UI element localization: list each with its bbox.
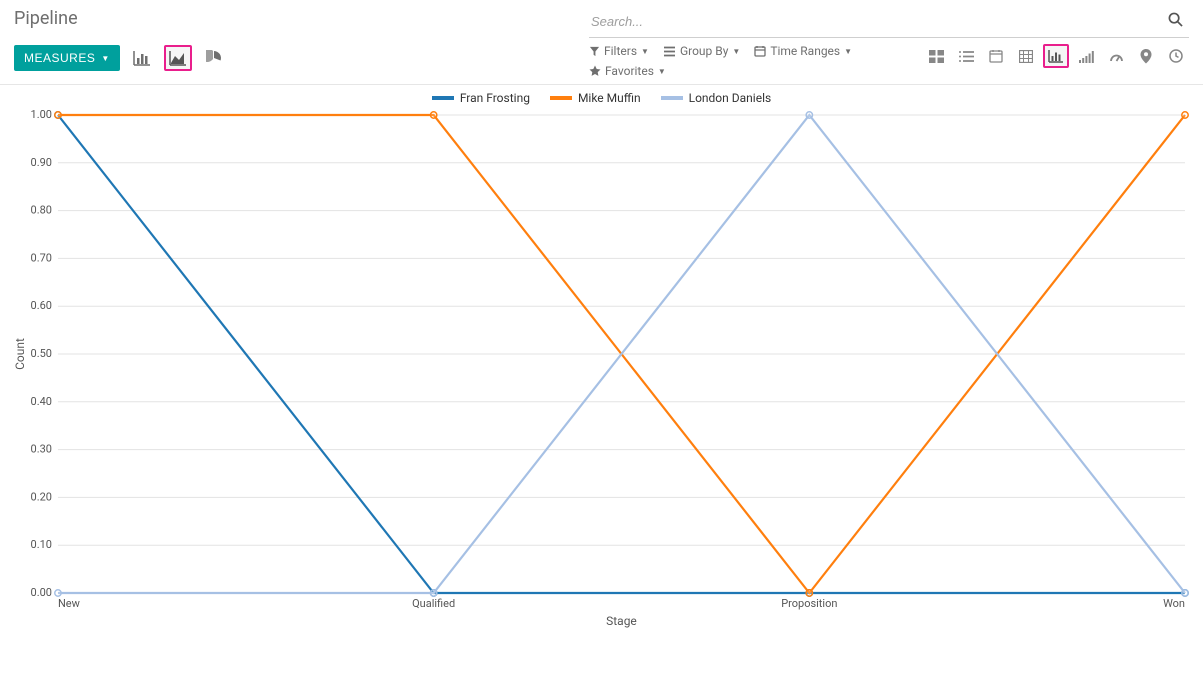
svg-text:0.40: 0.40: [31, 395, 52, 408]
kanban-icon: [929, 50, 944, 63]
favorites-label: Favorites: [605, 64, 654, 78]
svg-text:0.70: 0.70: [31, 251, 52, 264]
svg-text:0.00: 0.00: [31, 586, 52, 599]
legend-item[interactable]: London Daniels: [661, 91, 772, 105]
search-input[interactable]: [589, 10, 1162, 33]
pie-chart-type-button[interactable]: [200, 45, 228, 71]
bar-chart-type-button[interactable]: [128, 45, 156, 71]
caret-down-icon: ▼: [101, 54, 109, 63]
gauge-icon: [1109, 49, 1124, 64]
group-by-label: Group By: [680, 44, 728, 58]
legend-item[interactable]: Fran Frosting: [432, 91, 530, 105]
line-chart: 0.00 0.10 0.20 0.30 0.40 0.50 0.60 0.70 0.80 0.90…: [12, 109, 1191, 629]
calendar-icon: [754, 45, 766, 57]
filters-label: Filters: [604, 44, 637, 58]
svg-text:0.50: 0.50: [31, 347, 52, 360]
caret-down-icon: ▼: [641, 47, 649, 56]
svg-text:Count: Count: [13, 338, 27, 370]
search-icon: [1168, 12, 1183, 27]
activity-view-button[interactable]: [1163, 44, 1189, 68]
kanban-view-button[interactable]: [923, 44, 949, 68]
list-view-icon: [959, 50, 974, 63]
measures-label: MEASURES: [24, 51, 95, 65]
pie-chart-icon: [206, 50, 222, 66]
caret-down-icon: ▼: [658, 67, 666, 76]
svg-text:1.00: 1.00: [31, 109, 52, 121]
time-ranges-label: Time Ranges: [770, 44, 840, 58]
svg-text:New: New: [58, 597, 80, 610]
chart-legend: Fran Frosting Mike Muffin London Daniels: [12, 91, 1191, 105]
svg-text:0.90: 0.90: [31, 156, 52, 169]
pivot-icon: [1019, 50, 1033, 63]
measures-button[interactable]: MEASURES ▼: [14, 45, 120, 71]
legend-swatch: [661, 96, 683, 100]
line-chart-type-button[interactable]: [164, 45, 192, 71]
time-ranges-dropdown[interactable]: Time Ranges ▼: [754, 44, 852, 58]
svg-text:0.60: 0.60: [31, 299, 52, 312]
legend-label: Fran Frosting: [460, 91, 530, 105]
dashboard-view-button[interactable]: [1073, 44, 1099, 68]
map-marker-icon: [1140, 49, 1152, 64]
filters-dropdown[interactable]: Filters ▼: [589, 44, 649, 58]
svg-text:Proposition: Proposition: [781, 597, 837, 610]
line-chart-icon: [169, 50, 187, 66]
caret-down-icon: ▼: [732, 47, 740, 56]
svg-text:0.80: 0.80: [31, 204, 52, 217]
legend-label: London Daniels: [689, 91, 772, 105]
list-view-button[interactable]: [953, 44, 979, 68]
svg-text:Stage: Stage: [606, 614, 637, 628]
svg-text:0.20: 0.20: [31, 490, 52, 503]
graph-icon: [1048, 49, 1064, 63]
funnel-icon: [589, 46, 600, 57]
svg-text:0.30: 0.30: [31, 443, 52, 456]
legend-swatch: [432, 96, 454, 100]
group-by-dropdown[interactable]: Group By ▼: [663, 44, 740, 58]
pivot-view-button[interactable]: [1013, 44, 1039, 68]
legend-label: Mike Muffin: [578, 91, 641, 105]
search-button[interactable]: [1162, 11, 1189, 32]
bars-signal-icon: [1079, 50, 1094, 63]
bar-chart-icon: [133, 50, 151, 66]
caret-down-icon: ▼: [844, 47, 852, 56]
favorites-dropdown[interactable]: Favorites ▼: [589, 64, 666, 78]
cohort-view-button[interactable]: [1103, 44, 1129, 68]
page-title: Pipeline: [14, 8, 228, 29]
map-view-button[interactable]: [1133, 44, 1159, 68]
clock-icon: [1169, 49, 1183, 63]
legend-swatch: [550, 96, 572, 100]
graph-view-button[interactable]: [1043, 44, 1069, 68]
list-icon: [663, 46, 676, 57]
calendar-view-button[interactable]: [983, 44, 1009, 68]
svg-text:Qualified: Qualified: [412, 597, 455, 610]
legend-item[interactable]: Mike Muffin: [550, 91, 641, 105]
calendar-view-icon: [989, 49, 1003, 63]
star-icon: [589, 65, 601, 77]
svg-text:0.10: 0.10: [31, 538, 52, 551]
svg-text:Won: Won: [1163, 597, 1185, 610]
